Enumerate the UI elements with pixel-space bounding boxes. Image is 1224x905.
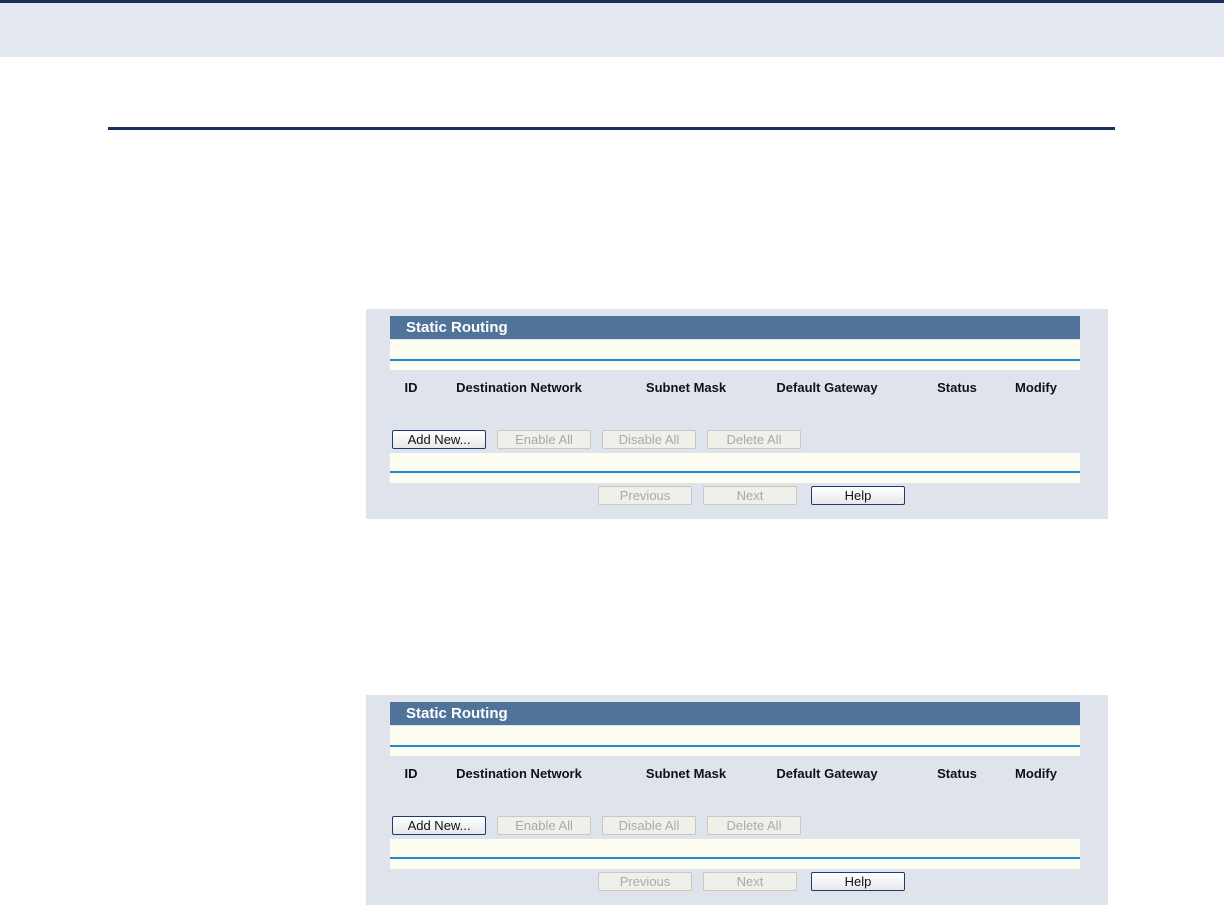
info-row: [390, 340, 1080, 370]
help-button[interactable]: Help: [811, 486, 905, 505]
header-divider: [108, 127, 1115, 130]
footer-row: [390, 839, 1080, 869]
static-routing-panel-1: Static Routing ID Destination Network Su…: [366, 309, 1108, 519]
delete-all-button[interactable]: Delete All: [707, 816, 801, 835]
panel-title: Static Routing: [390, 702, 1080, 725]
column-header-default-gateway: Default Gateway: [776, 380, 878, 395]
separator-line: [390, 745, 1080, 747]
disable-all-button[interactable]: Disable All: [602, 816, 696, 835]
enable-all-button[interactable]: Enable All: [497, 430, 591, 449]
next-button[interactable]: Next: [703, 872, 797, 891]
column-header-status: Status: [937, 766, 977, 781]
column-header-modify: Modify: [1015, 766, 1057, 781]
column-header-destination-network: Destination Network: [456, 380, 582, 395]
column-header-id: ID: [404, 380, 418, 395]
column-header-subnet-mask: Subnet Mask: [645, 766, 727, 781]
separator-line: [390, 359, 1080, 361]
column-header-modify: Modify: [1015, 380, 1057, 395]
disable-all-button[interactable]: Disable All: [602, 430, 696, 449]
page-header-band: [0, 0, 1224, 57]
panel-title: Static Routing: [390, 316, 1080, 339]
footer-row: [390, 453, 1080, 483]
help-button[interactable]: Help: [811, 872, 905, 891]
column-header-status: Status: [937, 380, 977, 395]
column-header-destination-network: Destination Network: [456, 766, 582, 781]
info-row: [390, 726, 1080, 756]
add-new-button[interactable]: Add New...: [392, 430, 486, 449]
previous-button[interactable]: Previous: [598, 486, 692, 505]
column-header-id: ID: [404, 766, 418, 781]
enable-all-button[interactable]: Enable All: [497, 816, 591, 835]
static-routing-panel-2: Static Routing ID Destination Network Su…: [366, 695, 1108, 905]
next-button[interactable]: Next: [703, 486, 797, 505]
separator-line: [390, 471, 1080, 473]
column-header-default-gateway: Default Gateway: [776, 766, 878, 781]
column-header-subnet-mask: Subnet Mask: [645, 380, 727, 395]
delete-all-button[interactable]: Delete All: [707, 430, 801, 449]
previous-button[interactable]: Previous: [598, 872, 692, 891]
add-new-button[interactable]: Add New...: [392, 816, 486, 835]
separator-line: [390, 857, 1080, 859]
